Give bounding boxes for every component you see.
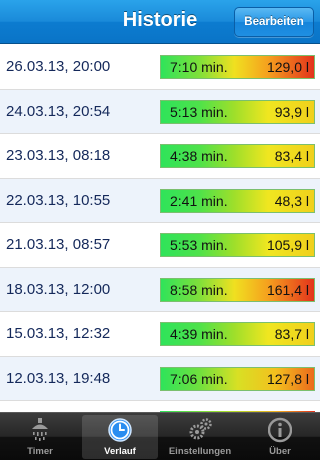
tab-label: Über — [269, 446, 291, 457]
tab-verlauf[interactable]: Verlauf — [82, 415, 158, 459]
entry-duration: 4:38 min. — [170, 148, 228, 164]
consumption-bar: 7:06 min. 127,8 l — [160, 366, 315, 391]
entry-volume: 83,4 l — [274, 148, 309, 164]
tab-timer[interactable]: Timer — [2, 415, 78, 459]
consumption-bar: 4:39 min. 83,7 l — [160, 322, 315, 346]
entry-date: 12.03.13, 19:48 — [6, 369, 111, 387]
table-row[interactable]: 23.03.13, 08:18 4:38 min. 83,4 l — [0, 134, 320, 179]
entry-volume: 83,7 l — [274, 326, 309, 342]
entry-duration: 4:39 min. — [170, 326, 228, 342]
table-row[interactable]: 24.03.13, 20:54 5:13 min. 93,9 l — [0, 89, 320, 134]
consumption-bar: 5:53 min. 105,9 l — [160, 233, 315, 257]
history-list[interactable]: 26.03.13, 20:00 7:10 min. 129,0 l 24.03.… — [0, 45, 320, 412]
tab-ueber[interactable]: Über — [242, 415, 318, 459]
consumption-bar: 8:58 min. 161,4 l — [160, 277, 315, 302]
entry-duration: 5:13 min. — [170, 103, 228, 120]
consumption-bar: 5:13 min. 93,9 l — [160, 99, 315, 124]
table-row[interactable]: 18.03.13, 12:00 8:58 min. 161,4 l — [0, 267, 320, 312]
entry-volume: 48,3 l — [274, 192, 309, 209]
entry-volume: 93,9 l — [274, 103, 309, 120]
entry-volume: 129,0 l — [266, 59, 309, 75]
entry-date: 24.03.13, 20:54 — [6, 102, 111, 120]
table-row[interactable]: 21.03.13, 08:57 5:53 min. 105,9 l — [0, 223, 320, 268]
entry-duration: 8:58 min. — [170, 281, 228, 298]
entry-date: 18.03.13, 12:00 — [6, 280, 111, 298]
table-row[interactable]: 26.03.13, 20:00 7:10 min. 129,0 l — [0, 45, 320, 90]
info-icon — [268, 417, 292, 443]
tab-label: Einstellungen — [168, 446, 232, 457]
consumption-bar: 2:41 min. 48,3 l — [160, 188, 315, 213]
table-row-partial[interactable] — [0, 401, 320, 412]
tab-einstellungen[interactable]: Einstellungen — [162, 415, 238, 459]
gears-icon — [189, 418, 212, 440]
entry-duration: 7:10 min. — [170, 59, 228, 75]
entry-volume: 127,8 l — [266, 370, 309, 387]
consumption-bar: 4:38 min. 83,4 l — [160, 144, 315, 168]
entry-duration: 2:41 min. — [170, 192, 228, 209]
tab-label: Timer — [27, 446, 53, 457]
shower-icon — [32, 418, 48, 441]
table-row[interactable]: 12.03.13, 19:48 7:06 min. 127,8 l — [0, 356, 320, 401]
table-row[interactable]: 15.03.13, 12:32 4:39 min. 83,7 l — [0, 312, 320, 357]
edit-button[interactable]: Bearbeiten — [234, 7, 314, 37]
entry-date: 15.03.13, 12:32 — [6, 325, 111, 342]
tab-bar: Timer Verlauf Einstellungen Über — [0, 412, 320, 460]
clock-icon — [108, 418, 132, 442]
entry-date: 23.03.13, 08:18 — [6, 147, 111, 164]
entry-volume: 105,9 l — [266, 237, 309, 253]
table-row[interactable]: 22.03.13, 10:55 2:41 min. 48,3 l — [0, 178, 320, 223]
navigation-bar: Historie Bearbeiten — [0, 0, 320, 44]
entry-date: 22.03.13, 10:55 — [6, 191, 111, 209]
entry-date: 21.03.13, 08:57 — [6, 236, 111, 253]
entry-duration: 7:06 min. — [170, 370, 228, 387]
tab-label: Verlauf — [104, 446, 136, 457]
entry-volume: 161,4 l — [266, 281, 309, 298]
consumption-bar: 7:10 min. 129,0 l — [160, 55, 315, 79]
entry-date: 26.03.13, 20:00 — [6, 58, 111, 75]
entry-duration: 5:53 min. — [170, 237, 228, 253]
